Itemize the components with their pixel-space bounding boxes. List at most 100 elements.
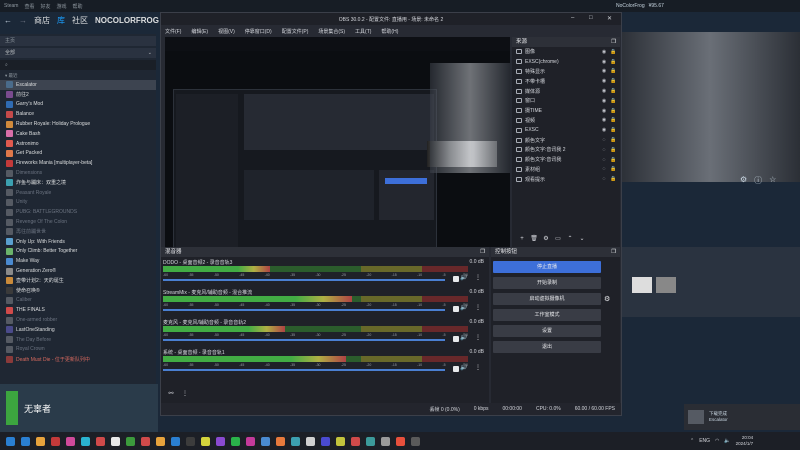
obs-menu-item[interactable]: 停靠窗口(D) [245,28,272,35]
trash-icon[interactable]: 🗑 [530,235,538,243]
taskbar-app-icon[interactable] [141,436,150,446]
obs-menu-item[interactable]: 视图(V) [218,28,235,35]
studio-mode-button[interactable]: 工作室模式 [493,309,601,321]
taskbar-app-icon[interactable] [126,436,135,446]
game-list-item[interactable]: Rubber Royale: Holiday Prologue [0,119,156,129]
eye-icon[interactable]: ◉ [601,78,607,84]
download-notification[interactable]: 下载完成 Escalator [684,404,800,430]
game-list-item[interactable]: Cake Bash [0,129,156,139]
gear-icon[interactable]: ⚙ [604,295,610,303]
lock-icon[interactable]: 🔒 [610,137,616,143]
screenshot-thumb[interactable] [632,277,652,293]
game-list-item[interactable]: The Day Before [0,335,156,345]
steam-menu-item[interactable]: Steam [4,3,18,9]
taskbar-app-icon[interactable] [246,436,255,446]
taskbar-app-icon[interactable] [66,436,75,446]
avatar[interactable] [6,391,18,425]
eye-off-icon[interactable]: ◌ [601,157,607,163]
link-icon[interactable]: ⚯ [167,390,175,398]
library-filter[interactable]: 全部 ⌄ [0,48,156,58]
source-item[interactable]: 摄TIME ◉ 🔒 [512,106,620,116]
slider-handle[interactable] [453,336,459,342]
taskbar-app-icon[interactable] [261,436,270,446]
taskbar-app-icon[interactable] [36,436,45,446]
source-item[interactable]: 颜色文字:音讯我 2 ◌ 🔒 [512,145,620,155]
eye-off-icon[interactable]: ◌ [601,147,607,153]
eye-icon[interactable]: ◉ [601,98,607,104]
volume-icon[interactable]: 🔈 [724,438,730,444]
filter-icon[interactable]: ▭ [554,235,562,243]
game-list-item[interactable]: Balance [0,109,156,119]
lock-icon[interactable]: 🔒 [610,176,616,182]
taskbar-app-icon[interactable] [81,436,90,446]
taskbar-app-icon[interactable] [21,436,30,446]
game-list-item[interactable]: PUBG: BATTLEGROUNDS [0,207,156,217]
gear-icon[interactable]: ⚙ [542,235,550,243]
steam-menu-item[interactable]: 游戏 [56,3,66,10]
volume-icon[interactable]: 🔊 [460,304,467,311]
taskbar-app-icon[interactable] [216,436,225,446]
source-item[interactable]: 媒体源 ◉ 🔒 [512,86,620,96]
source-item[interactable]: 素材组 ◌ 🔒 [512,165,620,175]
taskbar-app-icon[interactable] [321,436,330,446]
chevron-up-icon[interactable]: ⌃ [690,438,694,444]
friends-bar[interactable]: 无辜者 [0,384,158,432]
forward-icon[interactable]: → [19,16,27,25]
volume-icon[interactable]: 🔊 [460,364,467,371]
eye-icon[interactable]: ◉ [601,49,607,55]
eye-icon[interactable]: ◉ [601,59,607,65]
lock-icon[interactable]: 🔒 [610,68,616,74]
more-icon[interactable]: ⋮ [475,304,481,311]
virtual-camera-button[interactable]: 启动虚拟摄像机 [493,293,601,305]
game-list-item[interactable]: THE FINALS [0,305,156,315]
source-item[interactable]: 颜色文字:音讯我 ◌ 🔒 [512,155,620,165]
game-list-item[interactable]: Garry's Mod [0,100,156,110]
taskbar-app-icon[interactable] [291,436,300,446]
game-list-item[interactable]: 使命召唤® [0,286,156,296]
game-list-item[interactable]: Peasant Royale [0,188,156,198]
obs-menu-item[interactable]: 编辑(E) [191,28,208,35]
lock-icon[interactable]: 🔒 [610,98,616,104]
slider-handle[interactable] [453,306,459,312]
windows-start-icon[interactable] [6,436,15,446]
chevron-up-icon[interactable]: ⌃ [566,235,574,243]
volume-slider[interactable] [163,369,445,371]
eye-icon[interactable]: ◉ [601,117,607,123]
lock-icon[interactable]: 🔒 [610,127,616,133]
more-icon[interactable]: ⋮ [475,334,481,341]
volume-slider[interactable] [163,309,445,311]
source-item[interactable]: 特殊显示 ◉ 🔒 [512,67,620,77]
lock-icon[interactable]: 🔒 [610,108,616,114]
taskbar-app-icon[interactable] [366,436,375,446]
obs-menu-item[interactable]: 文件(F) [165,28,181,35]
nav-store[interactable]: 商店 [34,15,50,26]
taskbar-app-icon[interactable] [411,436,420,446]
lock-icon[interactable]: 🔒 [610,117,616,123]
taskbar-app-icon[interactable] [96,436,105,446]
undock-icon[interactable]: ❐ [611,37,616,47]
eye-off-icon[interactable]: ◌ [601,176,607,182]
steam-menu-item[interactable]: 查看 [24,3,34,10]
game-list-item[interactable]: LastOneStanding [0,325,156,335]
taskbar-app-icon[interactable] [186,436,195,446]
exit-button[interactable]: 退出 [493,341,601,353]
taskbar-app-icon[interactable] [276,436,285,446]
source-item[interactable]: EXSC ◉ 🔒 [512,125,620,135]
lock-icon[interactable]: 🔒 [610,78,616,84]
close-icon[interactable]: ✕ [607,15,612,22]
game-list-item[interactable]: 壶带计划2：天的诞生 [0,276,156,286]
source-item[interactable]: 视频 ◉ 🔒 [512,116,620,126]
game-list-item[interactable]: Make Way [0,256,156,266]
more-icon[interactable]: ⋮ [475,364,481,371]
back-icon[interactable]: ← [4,16,12,25]
minimize-icon[interactable]: – [571,15,574,21]
game-list-item[interactable]: One-armed robber [0,315,156,325]
undock-icon[interactable]: ❐ [480,247,485,257]
nav-community[interactable]: 社区 [72,15,88,26]
obs-menu-item[interactable]: 工具(T) [355,28,371,35]
taskbar-app-icon[interactable] [111,436,120,446]
obs-menu-item[interactable]: 配置文件(P) [282,28,309,35]
library-home[interactable]: 主页 [0,36,156,46]
lock-icon[interactable]: 🔒 [610,88,616,94]
game-list-item[interactable]: Astronimo [0,139,156,149]
